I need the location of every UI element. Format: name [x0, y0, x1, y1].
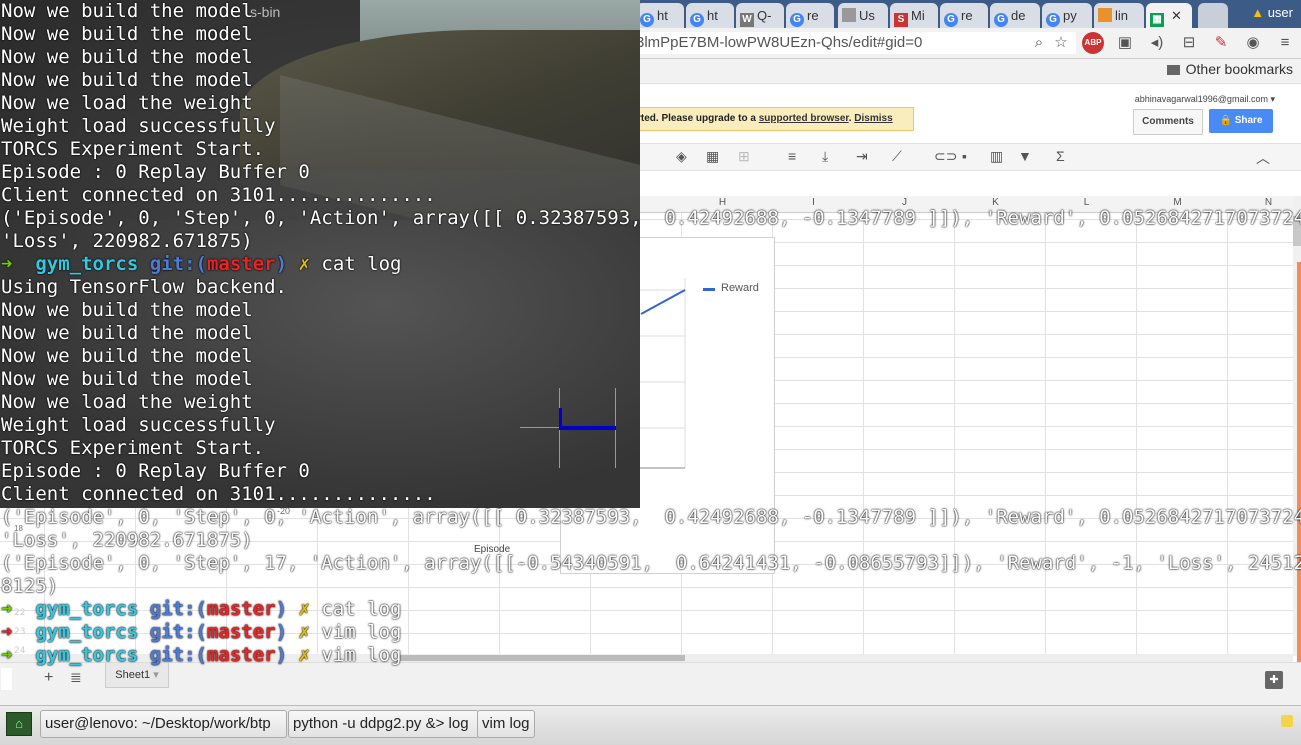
- terminal-line: TORCS Experiment Start.: [1, 138, 265, 160]
- terminal-line: Now we build the model: [1, 345, 253, 367]
- taskbar-item-terminal[interactable]: user@lenovo: ~/Desktop/work/btp: [40, 710, 287, 738]
- terminal-line: Now we build the model: [1, 69, 253, 91]
- terminal-line: Client connected on 3101..............: [1, 483, 436, 505]
- terminal-cursor: [1, 668, 12, 690]
- shell-prompt: ➜ gym_torcs git:(master) ✗ vim log: [1, 621, 402, 643]
- shell-prompt: ➜ gym_torcs git:(master) ✗ vim log: [1, 644, 402, 666]
- shell-prompt: ➜ gym_torcs git:(master) ✗ cat log: [1, 253, 402, 275]
- terminal-line: Now we build the model: [1, 0, 253, 22]
- terminal-line: Now we build the model: [1, 299, 253, 321]
- show-desktop-icon[interactable]: ⌂: [6, 712, 32, 736]
- shell-prompt: ➜ gym_torcs git:(master) ✗ cat log: [1, 598, 402, 620]
- terminal-line: ('Episode', 0, 'Step', 0, 'Action', arra…: [1, 207, 1301, 229]
- terminal-output[interactable]: Now we build the model Now we build the …: [0, 0, 1301, 705]
- prompt-arrow-icon: ➜: [1, 253, 13, 275]
- terminal-line: Episode : 0 Replay Buffer 0: [1, 460, 310, 482]
- terminal-line: Episode : 0 Replay Buffer 0: [1, 161, 310, 183]
- terminal-line: ('Episode', 0, 'Step', 17, 'Action', arr…: [1, 552, 1301, 574]
- taskbar-item-python[interactable]: python -u ddpg2.py &> log: [288, 710, 479, 738]
- prompt-arrow-icon: ➜: [1, 621, 13, 643]
- prompt-arrow-icon: ➜: [1, 598, 13, 620]
- terminal-line: Weight load successfully: [1, 115, 276, 137]
- terminal-line: 'Loss', 220982.671875): [1, 529, 253, 551]
- terminal-line: 'Loss', 220982.671875): [1, 230, 253, 252]
- terminal-line: 8125): [1, 575, 59, 597]
- terminal-line: Now we build the model: [1, 46, 253, 68]
- taskbar: ⌂ user@lenovo: ~/Desktop/work/btp python…: [0, 705, 1301, 745]
- terminal-line: Using TensorFlow backend.: [1, 276, 287, 298]
- terminal-line: Client connected on 3101..............: [1, 184, 436, 206]
- line-number: 24: [14, 646, 26, 656]
- terminal-line: Now we build the model: [1, 23, 253, 45]
- tray-notification-icon[interactable]: [1281, 715, 1293, 727]
- taskbar-item-vim[interactable]: vim log: [477, 710, 535, 738]
- terminal-line: ('Episode', 0, 'Step', 0, 'Action', arra…: [1, 506, 1301, 528]
- terminal-line: Now we load the weight: [1, 92, 253, 114]
- terminal-line: Weight load successfully: [1, 414, 276, 436]
- terminal-line: TORCS Experiment Start.: [1, 437, 265, 459]
- terminal-line: Now we build the model: [1, 368, 253, 390]
- prompt-arrow-icon: ➜: [1, 644, 13, 666]
- terminal-line: Now we build the model: [1, 322, 253, 344]
- terminal-line: Now we load the weight: [1, 391, 253, 413]
